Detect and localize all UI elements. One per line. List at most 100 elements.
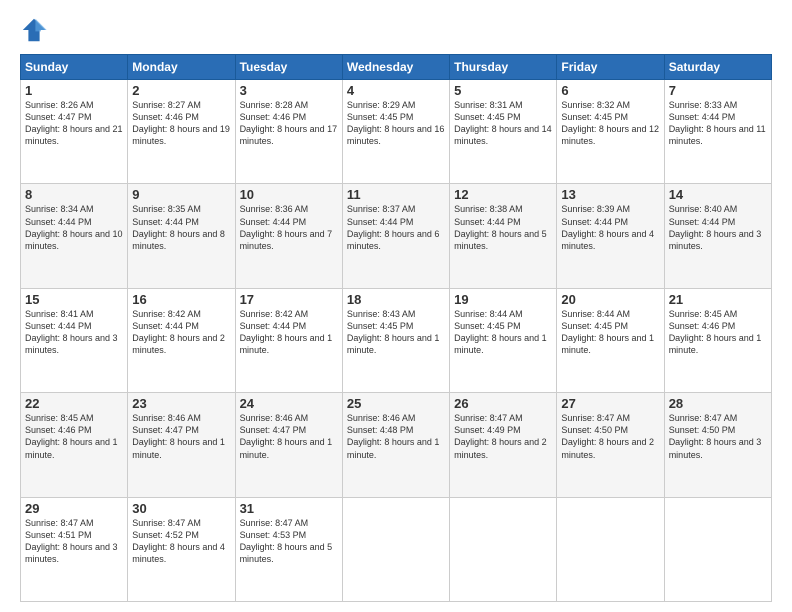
day-number: 14 [669,187,767,202]
calendar-cell: 10Sunrise: 8:36 AMSunset: 4:44 PMDayligh… [235,184,342,288]
cell-info: Sunset: 4:46 PM [669,320,767,332]
day-number: 23 [132,396,230,411]
cell-info: Sunset: 4:44 PM [25,216,123,228]
cell-info: Sunrise: 8:47 AM [561,412,659,424]
cell-info: Sunset: 4:45 PM [454,320,552,332]
day-number: 22 [25,396,123,411]
calendar-cell: 30Sunrise: 8:47 AMSunset: 4:52 PMDayligh… [128,497,235,601]
cell-info: Daylight: 8 hours and 7 minutes. [240,228,338,252]
cell-info: Daylight: 8 hours and 3 minutes. [25,541,123,565]
calendar-cell [342,497,449,601]
cell-info: Sunrise: 8:46 AM [347,412,445,424]
calendar-table: SundayMondayTuesdayWednesdayThursdayFrid… [20,54,772,602]
cell-info: Sunrise: 8:40 AM [669,203,767,215]
cell-info: Sunrise: 8:29 AM [347,99,445,111]
cell-info: Sunrise: 8:34 AM [25,203,123,215]
day-number: 1 [25,83,123,98]
cell-info: Sunset: 4:50 PM [669,424,767,436]
calendar-cell: 29Sunrise: 8:47 AMSunset: 4:51 PMDayligh… [21,497,128,601]
cell-info: Sunset: 4:44 PM [240,320,338,332]
cell-info: Sunrise: 8:43 AM [347,308,445,320]
day-number: 13 [561,187,659,202]
cell-info: Sunset: 4:45 PM [561,111,659,123]
cell-info: Sunset: 4:47 PM [25,111,123,123]
calendar-day-header: Thursday [450,55,557,80]
cell-info: Sunrise: 8:35 AM [132,203,230,215]
cell-info: Daylight: 8 hours and 2 minutes. [561,436,659,460]
logo-icon [20,16,48,44]
cell-info: Sunset: 4:45 PM [561,320,659,332]
cell-info: Sunrise: 8:46 AM [240,412,338,424]
calendar-week-row: 22Sunrise: 8:45 AMSunset: 4:46 PM Dayligh… [21,393,772,497]
calendar-cell: 17Sunrise: 8:42 AMSunset: 4:44 PMDayligh… [235,288,342,392]
page: SundayMondayTuesdayWednesdayThursdayFrid… [0,0,792,612]
cell-info: Daylight: 8 hours and 8 minutes. [132,228,230,252]
calendar-day-header: Wednesday [342,55,449,80]
cell-info: Daylight: 8 hours and 3 minutes. [669,228,767,252]
calendar-cell: 3Sunrise: 8:28 AMSunset: 4:46 PMDaylight… [235,80,342,184]
cell-info: Daylight: 8 hours and 19 minutes. [132,123,230,147]
cell-info: Sunset: 4:46 PM [25,424,123,436]
cell-info: Daylight: 8 hours and 1 minute. [454,332,552,356]
day-number: 26 [454,396,552,411]
calendar-cell: 16Sunrise: 8:42 AMSunset: 4:44 PMDayligh… [128,288,235,392]
cell-info: Sunset: 4:47 PM [240,424,338,436]
day-number: 3 [240,83,338,98]
cell-info: Sunrise: 8:45 AM [25,412,123,424]
calendar-cell: 20Sunrise: 8:44 AMSunset: 4:45 PMDayligh… [557,288,664,392]
cell-info: Sunrise: 8:39 AM [561,203,659,215]
day-number: 28 [669,396,767,411]
calendar-cell: 6Sunrise: 8:32 AMSunset: 4:45 PMDaylight… [557,80,664,184]
cell-info: Sunset: 4:53 PM [240,529,338,541]
day-number: 19 [454,292,552,307]
day-number: 21 [669,292,767,307]
cell-info: Sunset: 4:48 PM [347,424,445,436]
calendar-day-header: Tuesday [235,55,342,80]
cell-info: Sunset: 4:44 PM [669,111,767,123]
calendar-cell: 27Sunrise: 8:47 AMSunset: 4:50 PMDayligh… [557,393,664,497]
cell-info: Sunrise: 8:45 AM [669,308,767,320]
cell-info: Daylight: 8 hours and 17 minutes. [240,123,338,147]
calendar-cell: 9Sunrise: 8:35 AMSunset: 4:44 PMDaylight… [128,184,235,288]
calendar-cell: 14Sunrise: 8:40 AMSunset: 4:44 PMDayligh… [664,184,771,288]
calendar-cell: 11Sunrise: 8:37 AMSunset: 4:44 PMDayligh… [342,184,449,288]
day-number: 4 [347,83,445,98]
day-number: 10 [240,187,338,202]
cell-info: Daylight: 8 hours and 4 minutes. [132,541,230,565]
day-number: 25 [347,396,445,411]
cell-info: Daylight: 8 hours and 14 minutes. [454,123,552,147]
day-number: 31 [240,501,338,516]
cell-info: Sunrise: 8:44 AM [561,308,659,320]
cell-info: Sunset: 4:46 PM [132,111,230,123]
cell-info: Sunrise: 8:31 AM [454,99,552,111]
cell-info: Sunset: 4:44 PM [25,320,123,332]
day-number: 20 [561,292,659,307]
calendar-cell: 7Sunrise: 8:33 AMSunset: 4:44 PMDaylight… [664,80,771,184]
cell-info: Daylight: 8 hours and 1 minute. [669,332,767,356]
day-number: 9 [132,187,230,202]
day-number: 17 [240,292,338,307]
calendar-cell: 22Sunrise: 8:45 AMSunset: 4:46 PMDayligh… [21,393,128,497]
cell-info: Daylight: 8 hours and 2 minutes. [132,332,230,356]
cell-info: Sunrise: 8:47 AM [25,517,123,529]
cell-info: Daylight: 8 hours and 2 minutes. [454,436,552,460]
cell-info: Sunset: 4:49 PM [454,424,552,436]
calendar-week-row: 8Sunrise: 8:34 AMSunset: 4:44 PMDaylight… [21,184,772,288]
calendar-week-row: 1Sunrise: 8:26 AMSunset: 4:47 PMDaylight… [21,80,772,184]
calendar-cell [450,497,557,601]
cell-info: Sunset: 4:44 PM [669,216,767,228]
cell-info: Sunset: 4:45 PM [347,111,445,123]
cell-info: Sunrise: 8:33 AM [669,99,767,111]
cell-info: Sunset: 4:47 PM [132,424,230,436]
calendar-day-header: Monday [128,55,235,80]
day-number: 30 [132,501,230,516]
cell-info: Daylight: 8 hours and 5 minutes. [454,228,552,252]
calendar-cell: 8Sunrise: 8:34 AMSunset: 4:44 PMDaylight… [21,184,128,288]
cell-info: Daylight: 8 hours and 1 minute. [347,332,445,356]
cell-info: Sunrise: 8:44 AM [454,308,552,320]
cell-info: Sunrise: 8:38 AM [454,203,552,215]
calendar-week-row: 29Sunrise: 8:47 AMSunset: 4:51 PMDayligh… [21,497,772,601]
calendar-cell [664,497,771,601]
cell-info: Daylight: 8 hours and 11 minutes. [669,123,767,147]
calendar-header-row: SundayMondayTuesdayWednesdayThursdayFrid… [21,55,772,80]
